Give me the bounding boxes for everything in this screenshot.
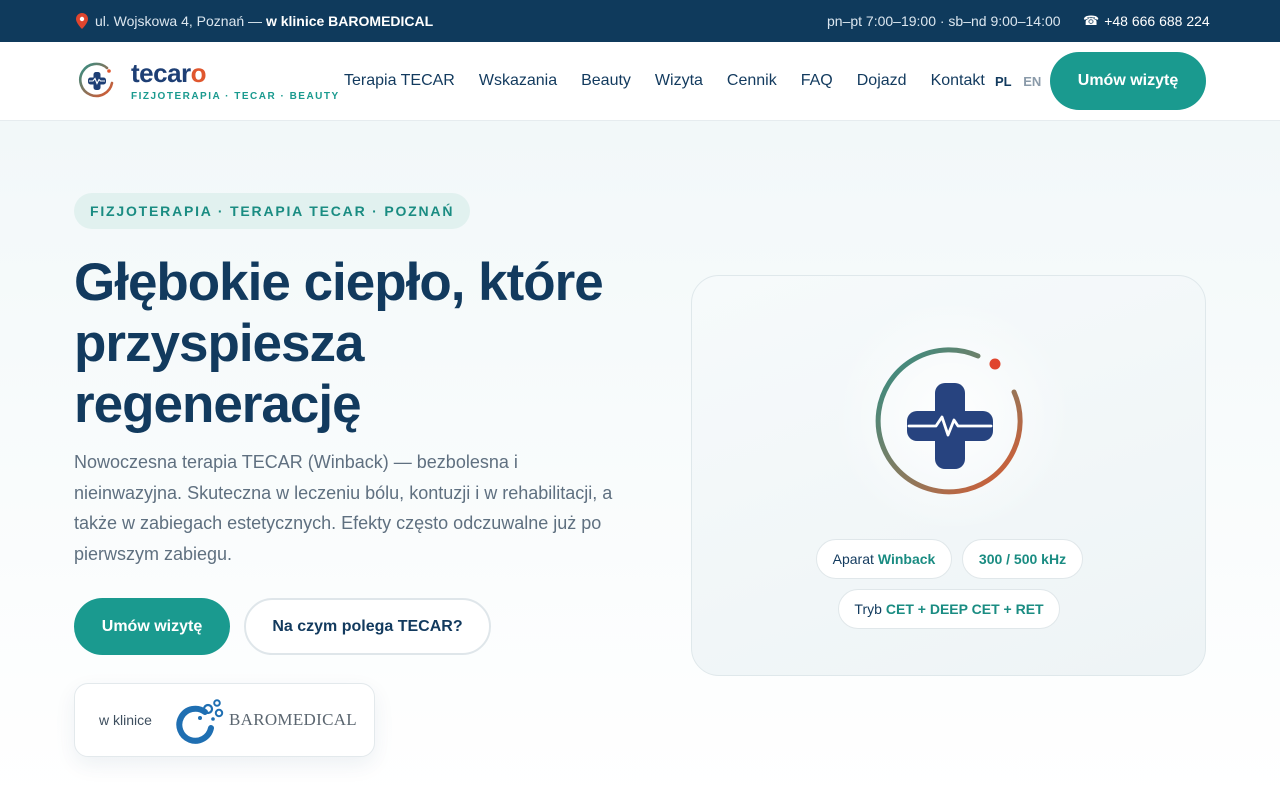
main-nav: Terapia TECAR Wskazania Beauty Wizyta Ce… [344,72,1009,90]
phone-link[interactable]: ☎ +48 666 688 224 [1083,13,1210,29]
phone-icon: ☎ [1083,13,1100,29]
nav-beauty[interactable]: Beauty [581,72,631,90]
nav-wizyta[interactable]: Wizyta [655,72,703,90]
site-header: tecaro FIZJOTERAPIA · TECAR · BEAUTY Ter… [0,42,1280,121]
location-pin-icon [76,13,88,29]
address-text: ul. Wojskowa 4, Poznań — [95,13,263,29]
address-info: ul. Wojskowa 4, Poznań — w klinice BAROM… [76,13,433,29]
clinic-name: BAROMEDICAL [229,710,357,729]
clinic-link[interactable]: w klinice BAROMEDICAL [266,13,433,29]
lang-pl[interactable]: PL [995,74,1012,89]
top-info-bar: ul. Wojskowa 4, Poznań — w klinice BAROM… [0,0,1280,42]
site-logo[interactable]: tecaro FIZJOTERAPIA · TECAR · BEAUTY [78,60,340,102]
nav-kontakt[interactable]: Kontakt [931,72,985,90]
hero-title: Głębokie ciepło, które przyspiesza regen… [74,253,604,434]
tecar-device-icon [875,347,1023,495]
hero-eyebrow-badge: FIZJOTERAPIA · TERAPIA TECAR · POZNAŃ [74,193,471,229]
logo-tagline: FIZJOTERAPIA · TECAR · BEAUTY [131,91,340,102]
nav-dojazd[interactable]: Dojazd [857,72,907,90]
clinic-partner-card[interactable]: w klinice BAROMEDICAL [74,683,375,757]
lang-en[interactable]: EN [1023,74,1041,89]
baromedical-logo-icon [176,699,224,744]
nav-wskazania[interactable]: Wskazania [479,72,557,90]
what-is-tecar-button[interactable]: Na czym polega TECAR? [244,598,491,655]
language-switcher: PL EN [995,74,1041,89]
device-chip-apparatus: Aparat Winback [816,539,952,579]
opening-hours: pn–pt 7:00–19:00 · sb–nd 9:00–14:00 [827,13,1061,29]
hero-description: Nowoczesna terapia TECAR (Winback) — bez… [74,452,613,564]
nav-faq[interactable]: FAQ [801,72,833,90]
device-chip-frequency: 300 / 500 kHz [962,539,1083,579]
book-visit-header-button[interactable]: Umów wizytę [1050,52,1206,110]
hero-section: FIZJOTERAPIA · TERAPIA TECAR · POZNAŃ Gł… [0,121,1280,800]
book-visit-button[interactable]: Umów wizytę [74,598,230,655]
nav-cennik[interactable]: Cennik [727,72,777,90]
clinic-prefix: w klinice [99,712,152,728]
logo-cross-icon [79,62,114,98]
device-chip-mode: Tryb CET + DEEP CET + RET [838,589,1060,629]
nav-terapia-tecar[interactable]: Terapia TECAR [344,72,455,90]
device-card: Aparat Winback 300 / 500 kHz Tryb CET + DE… [691,275,1206,676]
phone-number: +48 666 688 224 [1104,13,1210,29]
logo-wordmark: tecaro [131,58,207,88]
